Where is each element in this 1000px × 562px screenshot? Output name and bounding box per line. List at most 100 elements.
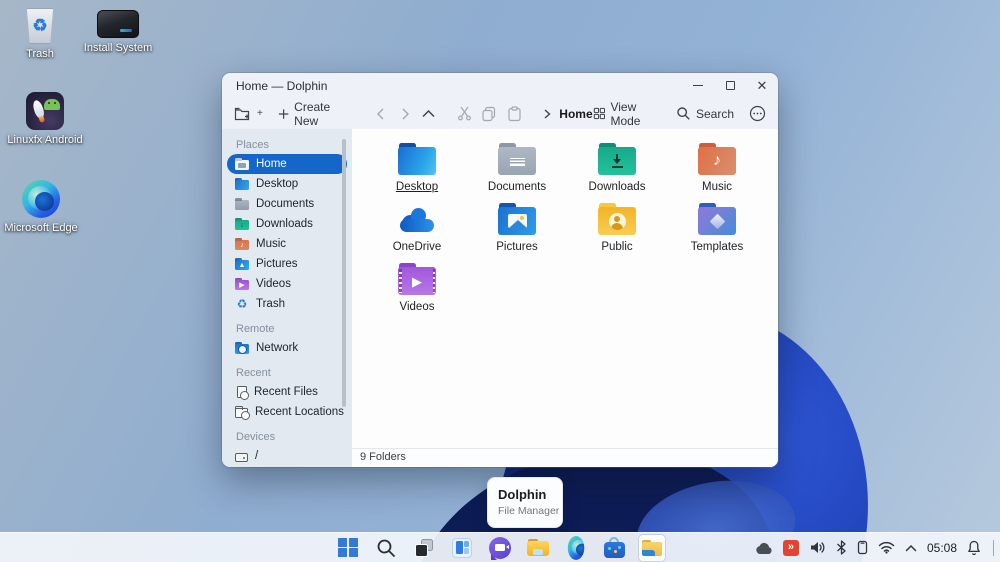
copy-icon (482, 106, 496, 121)
edge-icon (567, 535, 585, 560)
public-folder-icon (597, 203, 637, 237)
folder-item-music[interactable]: ♪ Music (667, 143, 767, 203)
chevron-right-icon (544, 108, 551, 119)
view-mode-button[interactable]: View Mode (593, 100, 661, 128)
folder-item-downloads[interactable]: Downloads (567, 143, 667, 203)
bluetooth-tray-icon[interactable] (836, 540, 847, 555)
desktop-icon-install-system[interactable]: Install System (80, 4, 156, 54)
desktop-folder-icon (235, 180, 249, 190)
folder-item-templates[interactable]: Templates (667, 203, 767, 263)
taskbar-clock[interactable]: 05:08 (927, 541, 957, 555)
cut-button[interactable] (457, 106, 472, 121)
recent-locations-icon (235, 406, 250, 420)
sidebar-item-root-device[interactable]: / (222, 446, 352, 466)
forward-button[interactable] (398, 107, 412, 121)
breadcrumb[interactable]: Home (542, 107, 593, 121)
desktop-icon-label: Linuxfx Android (7, 134, 83, 146)
music-folder-icon: ♪ (697, 143, 737, 177)
music-folder-icon: ♪ (235, 240, 249, 250)
forward-icon (402, 108, 409, 119)
back-button[interactable] (374, 107, 388, 121)
file-explorer-button[interactable] (525, 535, 551, 561)
sidebar-item-videos[interactable]: ▶ Videos (222, 274, 352, 294)
folder-item-documents[interactable]: Documents (467, 143, 567, 203)
clipboard-icon (507, 105, 521, 121)
volume-tray-icon[interactable] (809, 540, 826, 555)
plus-icon (278, 108, 289, 119)
folder-item-videos[interactable]: ▶ Videos (367, 263, 467, 323)
taskbar: » 05:08 (0, 532, 1000, 562)
sidebar-item-label: Videos (256, 278, 291, 290)
desktop: ♻ Trash Install System Linuxfx Android M… (0, 0, 1000, 562)
breadcrumb-home[interactable]: Home (559, 107, 592, 121)
recycle-icon: ♻ (236, 297, 248, 311)
sidebar-item-desktop[interactable]: Desktop (222, 174, 352, 194)
new-tab-button[interactable]: + (234, 106, 263, 122)
new-folder-icon (234, 107, 250, 120)
wifi-tray-icon[interactable] (878, 541, 895, 554)
section-header: Remote (236, 323, 275, 335)
store-button[interactable] (601, 535, 627, 561)
start-button[interactable] (335, 535, 361, 561)
sidebar-item-label: Recent Files (254, 386, 318, 398)
sidebar-item-label: Pictures (256, 258, 298, 270)
sidebar-item-music[interactable]: ♪ Music (222, 234, 352, 254)
sidebar-item-pictures[interactable]: ▲ Pictures (222, 254, 352, 274)
folder-item-onedrive[interactable]: OneDrive (367, 203, 467, 263)
remote-access-tray-icon[interactable]: » (782, 539, 799, 556)
desktop-icon-label: Install System (83, 42, 153, 54)
task-view-icon (414, 538, 434, 558)
sidebar-item-label: / (255, 450, 259, 462)
close-button[interactable]: ✕ (746, 73, 778, 98)
status-bar: 9 Folders (352, 448, 778, 467)
sidebar-item-trash[interactable]: ♻ Trash (222, 294, 352, 314)
pictures-folder-icon: ▲ (235, 260, 249, 270)
folder-item-pictures[interactable]: Pictures (467, 203, 567, 263)
paste-button[interactable] (507, 105, 522, 122)
sidebar-item-network[interactable]: Network (222, 338, 352, 358)
folder-item-public[interactable]: Public (567, 203, 667, 263)
taskbar-search-button[interactable] (373, 535, 399, 561)
folder-label: Documents (487, 181, 547, 193)
drive-icon (97, 10, 139, 38)
folder-item-desktop[interactable]: Desktop (367, 143, 467, 203)
minimize-button[interactable] (682, 73, 714, 98)
desktop-icon-microsoft-edge[interactable]: Microsoft Edge (2, 180, 80, 234)
maximize-button[interactable] (714, 73, 746, 98)
cloud-sync-tray-icon[interactable] (755, 541, 773, 555)
sidebar-item-documents[interactable]: Documents (222, 194, 352, 214)
sidebar-item-recent-locations[interactable]: Recent Locations (222, 402, 352, 422)
tooltip-subtitle: File Manager (498, 505, 560, 517)
back-icon (377, 108, 384, 119)
sidebar-item-home[interactable]: Home (227, 154, 347, 174)
sidebar-scrollbar[interactable] (342, 139, 346, 407)
dolphin-icon (642, 539, 662, 556)
sidebar-item-label: Documents (256, 198, 315, 210)
copy-button[interactable] (481, 106, 497, 122)
usb-device-tray-icon[interactable] (857, 540, 868, 555)
widgets-button[interactable] (449, 535, 475, 561)
desktop-icon-linuxfx-android[interactable]: Linuxfx Android (2, 92, 88, 146)
cloud-icon (756, 542, 772, 554)
desktop-icon-trash[interactable]: ♻ Trash (12, 8, 68, 60)
titlebar[interactable]: Home — Dolphin ✕ (222, 73, 778, 98)
status-text: 9 Folders (360, 451, 406, 463)
create-new-button[interactable]: Create New (278, 100, 354, 128)
documents-folder-icon (235, 200, 249, 210)
tray-overflow-chevron[interactable] (905, 544, 917, 552)
edge-button[interactable] (563, 535, 589, 561)
android-rocket-icon (26, 92, 64, 130)
search-button[interactable]: Search (676, 106, 734, 121)
show-desktop-button[interactable] (993, 539, 994, 556)
up-button[interactable] (421, 107, 436, 121)
notifications-button[interactable] (967, 540, 981, 556)
create-new-label: Create New (294, 99, 331, 128)
menu-button[interactable] (749, 105, 766, 122)
dolphin-taskbar-button[interactable] (639, 534, 665, 561)
sidebar-item-downloads[interactable]: ↓ Downloads (222, 214, 352, 234)
search-label: Search (695, 106, 734, 121)
folder-label: Downloads (588, 181, 646, 193)
sidebar-item-recent-files[interactable]: Recent Files (222, 382, 352, 402)
task-view-button[interactable] (411, 535, 437, 561)
chat-button[interactable] (487, 535, 513, 561)
